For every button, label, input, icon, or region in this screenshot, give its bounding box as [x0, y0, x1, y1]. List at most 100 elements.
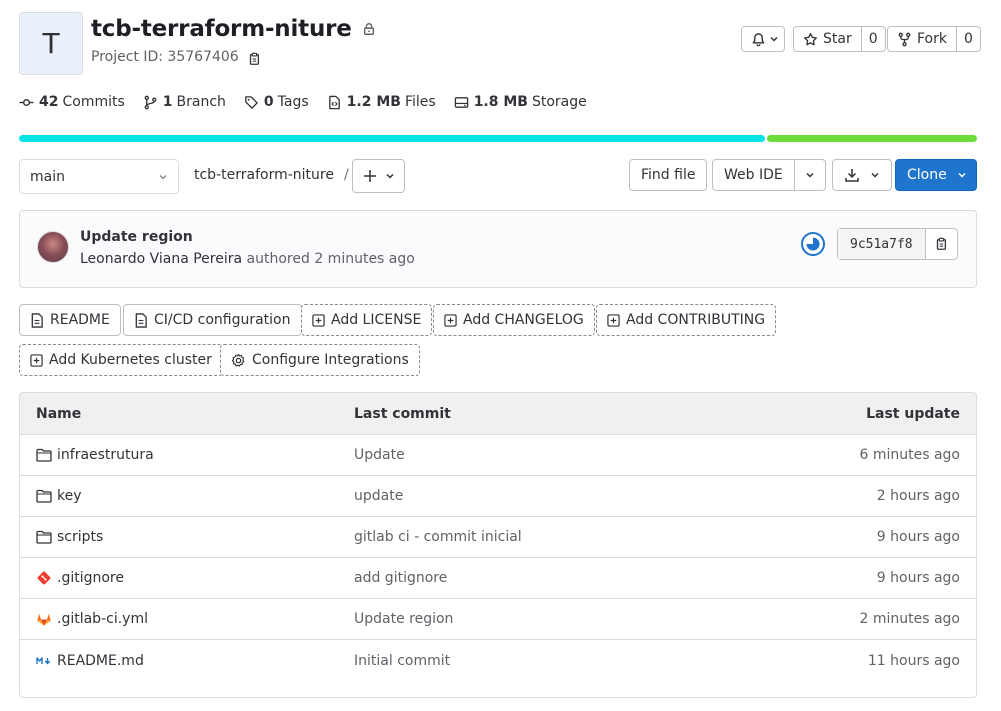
- file-name: .gitlab-ci.yml: [57, 611, 148, 627]
- file-commit[interactable]: Update: [354, 435, 405, 475]
- commit-author[interactable]: Leonardo Viana Pereira: [80, 251, 242, 267]
- column-update-header: Last update: [866, 405, 960, 422]
- clone-dropdown[interactable]: Clone: [895, 159, 977, 191]
- commit-icon: [19, 98, 34, 106]
- commit-time: 2 minutes ago: [314, 251, 415, 267]
- file-commit[interactable]: update: [354, 476, 403, 516]
- branch-icon: [144, 95, 157, 109]
- commit-sha[interactable]: 9c51a7f8: [838, 229, 925, 259]
- file-name-cell[interactable]: .gitignore: [36, 558, 124, 598]
- commit-meta: Leonardo Viana Pereira authored 2 minute…: [80, 251, 415, 267]
- branch-count: 1: [162, 94, 173, 110]
- star-button-group[interactable]: Star 0: [793, 26, 886, 52]
- breadcrumb-project[interactable]: tcb-terraform-niture: [194, 167, 334, 183]
- file-tree-table: Name Last commit Last update infraestrut…: [19, 392, 977, 698]
- breadcrumb: tcb-terraform-niture /: [194, 167, 349, 183]
- folder-icon: [36, 448, 52, 462]
- file-commit[interactable]: add gitignore: [354, 558, 447, 598]
- file-name-cell[interactable]: .gitlab-ci.yml: [36, 599, 148, 639]
- chevron-down-icon: [385, 173, 394, 179]
- add-to-tree-dropdown[interactable]: [352, 159, 405, 193]
- chevron-down-icon: [806, 172, 814, 178]
- chevron-down-icon: [958, 172, 966, 178]
- project-title: tcb-terraform-niture: [91, 16, 376, 42]
- table-row[interactable]: key update 2 hours ago: [20, 476, 976, 517]
- file-name-cell[interactable]: scripts: [36, 517, 103, 557]
- download-dropdown[interactable]: [832, 159, 892, 191]
- tags-label: Tags: [277, 94, 309, 110]
- cicd-label: CI/CD configuration: [154, 312, 291, 328]
- web-ide-button[interactable]: Web IDE: [713, 160, 794, 190]
- star-label: Star: [823, 31, 852, 47]
- add-license-button[interactable]: Add LICENSE: [301, 304, 433, 336]
- file-name: README.md: [57, 652, 144, 669]
- copy-icon[interactable]: [247, 52, 261, 66]
- fork-button-group[interactable]: Fork 0: [887, 26, 981, 52]
- table-row[interactable]: .gitlab-ci.yml Update region 2 minutes a…: [20, 599, 976, 640]
- notification-dropdown[interactable]: [741, 26, 785, 52]
- project-avatar-letter: T: [42, 27, 60, 60]
- file-name-cell[interactable]: README.md: [36, 640, 144, 681]
- tag-icon: [245, 95, 258, 109]
- plus-square-icon: [312, 313, 325, 327]
- file-name: .gitignore: [57, 570, 124, 586]
- web-ide-split-button[interactable]: Web IDE: [712, 159, 826, 191]
- author-avatar[interactable]: [37, 231, 69, 263]
- fork-label: Fork: [917, 31, 947, 47]
- fork-count[interactable]: 0: [955, 27, 980, 51]
- language-segment[interactable]: [19, 135, 765, 142]
- plus-icon: [363, 170, 376, 182]
- project-avatar[interactable]: T: [19, 12, 83, 75]
- table-row[interactable]: .gitignore add gitignore 9 hours ago: [20, 558, 976, 599]
- storage-icon: [454, 96, 468, 108]
- table-row[interactable]: scripts gitlab ci - commit inicial 9 hou…: [20, 517, 976, 558]
- cicd-configuration-button[interactable]: CI/CD configuration: [123, 304, 302, 336]
- gitlab-icon: [37, 613, 51, 626]
- star-icon: [804, 32, 817, 45]
- pipeline-status-icon[interactable]: [800, 231, 826, 261]
- commit-title[interactable]: Update region: [80, 229, 193, 245]
- column-name-header: Name: [36, 405, 82, 422]
- add-changelog-button[interactable]: Add CHANGELOG: [433, 304, 595, 336]
- file-name-cell[interactable]: infraestrutura: [36, 435, 154, 475]
- table-row[interactable]: infraestrutura Update 6 minutes ago: [20, 435, 976, 476]
- files-size: 1.2 MB: [346, 94, 401, 110]
- configure-integrations-button[interactable]: Configure Integrations: [220, 344, 420, 376]
- storage-stat[interactable]: 1.8 MB Storage: [454, 94, 587, 110]
- add-contributing-label: Add CONTRIBUTING: [626, 312, 766, 328]
- commits-stat[interactable]: 42 Commits: [19, 94, 125, 110]
- project-id: Project ID: 35767406: [91, 49, 261, 65]
- star-count[interactable]: 0: [860, 27, 885, 51]
- files-stat[interactable]: 1.2 MB Files: [327, 94, 436, 110]
- chevron-down-icon: [770, 36, 778, 42]
- tags-stat[interactable]: 0 Tags: [244, 94, 309, 110]
- copy-sha-button[interactable]: [924, 229, 957, 259]
- file-commit[interactable]: gitlab ci - commit inicial: [354, 517, 522, 557]
- file-name-cell[interactable]: key: [36, 476, 82, 516]
- fork-button[interactable]: Fork: [888, 27, 956, 51]
- folder-icon: [36, 530, 52, 544]
- file-commit[interactable]: Update region: [354, 599, 453, 639]
- add-kubernetes-cluster-button[interactable]: Add Kubernetes cluster: [19, 344, 223, 376]
- commit-sha-group: 9c51a7f8: [837, 228, 958, 260]
- lock-icon: [362, 22, 376, 36]
- settings-icon: [231, 353, 245, 367]
- project-name[interactable]: tcb-terraform-niture: [91, 16, 352, 42]
- readme-button[interactable]: README: [19, 304, 121, 336]
- branch-stat[interactable]: 1 Branch: [143, 94, 226, 110]
- web-ide-dropdown[interactable]: [793, 160, 825, 190]
- file-commit[interactable]: Initial commit: [354, 640, 450, 681]
- find-file-button[interactable]: Find file: [629, 159, 708, 191]
- table-row[interactable]: README.md Initial commit 11 hours ago: [20, 640, 976, 681]
- add-contributing-button[interactable]: Add CONTRIBUTING: [596, 304, 777, 336]
- star-button[interactable]: Star: [794, 27, 861, 51]
- file-name: key: [57, 488, 82, 504]
- branch-label: Branch: [176, 94, 226, 110]
- language-segment[interactable]: [766, 135, 977, 142]
- repository-languages-bar[interactable]: [19, 135, 977, 142]
- plus-square-icon: [607, 313, 620, 327]
- branch-selector[interactable]: main: [19, 159, 179, 194]
- plus-square-icon: [444, 313, 457, 327]
- add-changelog-label: Add CHANGELOG: [463, 312, 584, 328]
- configure-integrations-label: Configure Integrations: [252, 352, 409, 368]
